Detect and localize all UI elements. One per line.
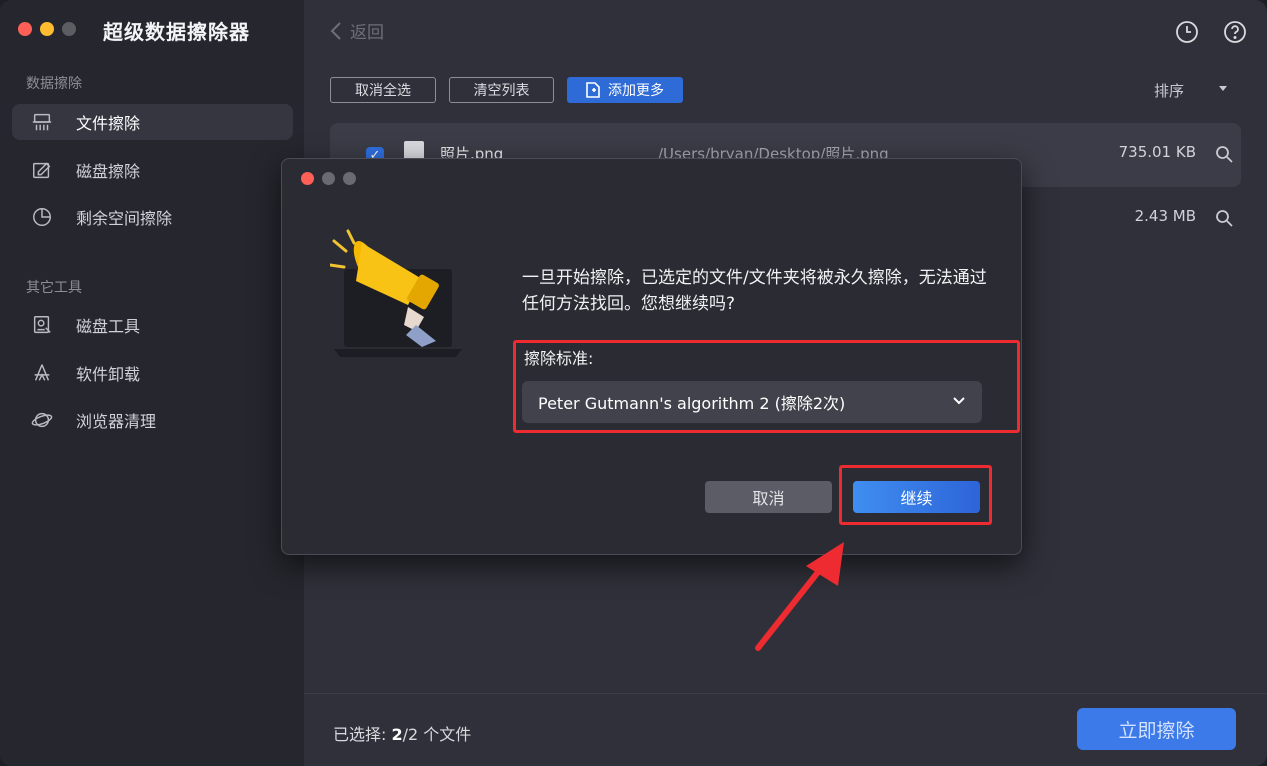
dialog-close-button[interactable] [301,172,314,185]
add-more-label: 添加更多 [608,82,664,98]
sidebar-item-uninstall[interactable]: 软件卸载 [12,355,293,391]
selection-suffix: /2 个文件 [402,725,472,744]
dialog-cancel-button[interactable]: 取消 [705,481,832,513]
chevron-left-icon [330,21,341,40]
section-data-erase: 数据擦除 [26,76,82,92]
search-icon [1216,146,1233,163]
sidebar-item-label: 软件卸载 [76,365,141,384]
highlight-box-continue [839,465,992,525]
sidebar-item-label: 浏览器清理 [76,412,157,431]
pie-chart-icon [30,205,54,229]
sidebar-item-label: 磁盘擦除 [76,162,141,181]
close-window-button[interactable] [18,22,32,36]
app-window: 超级数据擦除器 数据擦除 文件擦除 磁盘擦除 剩余空间擦除 其它工具 磁盘工具 … [0,0,1267,766]
file-size: 735.01 KB [1118,143,1196,161]
sidebar-item-label: 文件擦除 [76,114,141,133]
app-title: 超级数据擦除器 [103,20,250,44]
app-uninstall-icon [30,361,54,385]
selection-count: 2 [391,725,403,744]
planet-icon [30,408,54,432]
disk-tool-icon [30,313,54,337]
add-file-icon [586,82,600,98]
history-button[interactable] [1175,20,1199,44]
wipe-now-button[interactable]: 立即擦除 [1077,708,1236,750]
add-more-button[interactable]: 添加更多 [567,77,683,103]
window-controls [18,22,76,36]
sidebar-item-file-erase[interactable]: 文件擦除 [12,104,293,140]
shredder-icon [30,110,54,134]
section-other-tools: 其它工具 [26,280,82,296]
file-size: 2.43 MB [1134,207,1196,225]
dialog-window-controls [301,172,356,185]
reveal-file-button[interactable] [1215,145,1233,163]
clear-list-button[interactable]: 清空列表 [449,77,554,103]
megaphone-illustration [330,229,462,357]
highlight-box-standard [513,340,1020,433]
selection-summary: 已选择: 2/2 个文件 [333,721,471,745]
sidebar-item-browser-clean[interactable]: 浏览器清理 [12,402,293,438]
reveal-file-button[interactable] [1215,209,1233,227]
back-label: 返回 [350,23,384,43]
sidebar-item-label: 剩余空间擦除 [76,209,173,228]
disk-erase-icon [30,158,54,182]
dialog-minimize-button[interactable] [322,172,335,185]
sidebar-item-label: 磁盘工具 [76,317,141,336]
back-button[interactable]: 返回 [330,18,384,43]
sidebar-item-disk-erase[interactable]: 磁盘擦除 [12,152,293,188]
search-icon [1216,210,1233,227]
selection-prefix: 已选择: [333,725,392,744]
zoom-window-button[interactable] [62,22,76,36]
dialog-zoom-button[interactable] [343,172,356,185]
sort-dropdown[interactable]: 排序 [1154,80,1184,101]
question-icon [1224,21,1246,43]
caret-down-icon[interactable] [1219,86,1227,91]
annotation-arrow [755,542,844,651]
sidebar-item-disk-tool[interactable]: 磁盘工具 [12,307,293,343]
minimize-window-button[interactable] [40,22,54,36]
sidebar-item-free-space-erase[interactable]: 剩余空间擦除 [12,199,293,235]
clock-icon [1176,21,1198,43]
deselect-all-button[interactable]: 取消全选 [330,77,436,103]
dialog-message: 一旦开始擦除，已选定的文件/文件夹将被永久擦除，无法通过任何方法找回。您想继续吗… [522,268,987,314]
help-button[interactable] [1223,20,1247,44]
